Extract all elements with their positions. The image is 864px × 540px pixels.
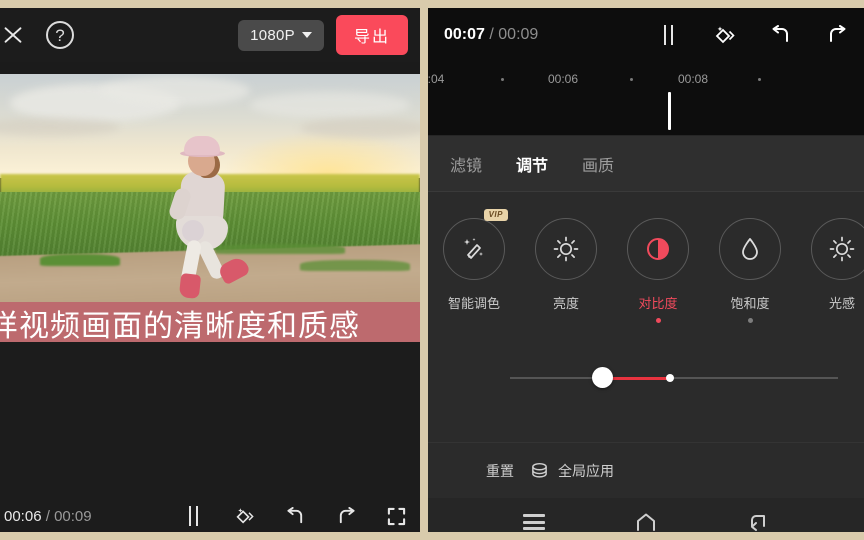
- slider-zero-marker: [666, 374, 674, 382]
- redo-icon[interactable]: [826, 25, 848, 45]
- left-phone-screenshot: ? 1080P 导出 样视频画面的清晰度和质感 00:06 / 00:09: [0, 8, 420, 540]
- left-transport-controls: [185, 506, 406, 526]
- fullscreen-icon[interactable]: [387, 507, 406, 526]
- caption-band: 样视频画面的清晰度和质感: [0, 302, 420, 342]
- tick-dot: [501, 78, 504, 81]
- stack-disc-icon: [530, 461, 549, 480]
- resolution-label: 1080P: [250, 26, 295, 44]
- child-boot-back: [216, 254, 252, 286]
- child-dress-pattern: [182, 220, 204, 242]
- left-total-time: 00:09: [54, 507, 92, 525]
- adjust-option-brightness[interactable]: 亮度: [534, 218, 598, 323]
- page-bottom-strip: [0, 532, 864, 540]
- tick-label: :04: [428, 72, 445, 86]
- right-time-display: 00:07 / 00:09: [444, 26, 538, 44]
- tick-dot: [758, 78, 761, 81]
- adjustment-slider[interactable]: [428, 358, 864, 398]
- android-navigation-bar: [428, 498, 864, 532]
- slider-track: [510, 377, 838, 379]
- tick-dot: [630, 78, 633, 81]
- brightness-icon: [535, 218, 597, 280]
- close-icon[interactable]: [0, 18, 30, 52]
- adjust-label-brightness: 亮度: [552, 296, 579, 311]
- adjustment-options-row: VIP 智能调色 亮度 对比度 饱和度 光感: [428, 192, 864, 323]
- caption-text: 样视频画面的清晰度和质感: [0, 310, 360, 342]
- cloud: [100, 76, 250, 106]
- left-time-display: 00:06 / 00:09: [4, 508, 92, 525]
- undo-icon[interactable]: [770, 25, 792, 45]
- timeline-ruler[interactable]: :04 00:06 00:08: [428, 62, 864, 136]
- left-top-toolbar: ? 1080P 导出: [0, 8, 420, 62]
- grass-patch: [300, 260, 410, 271]
- tab-adjust[interactable]: 调节: [516, 152, 548, 176]
- child-hat: [184, 136, 220, 155]
- video-preview[interactable]: 样视频画面的清晰度和质感: [0, 62, 420, 342]
- left-time-separator: /: [45, 507, 50, 525]
- saturation-icon: [719, 218, 781, 280]
- back-icon[interactable]: [747, 512, 769, 532]
- adjust-option-contrast[interactable]: 对比度: [626, 218, 690, 323]
- recents-icon[interactable]: [522, 514, 545, 530]
- grass-patch: [40, 254, 120, 266]
- panel-seam: [420, 0, 428, 540]
- video-frame: [0, 74, 420, 330]
- right-current-time: 00:07: [444, 26, 485, 43]
- tab-quality[interactable]: 画质: [582, 152, 614, 176]
- right-time-separator: /: [489, 26, 494, 43]
- adjust-label-light-sense: 光感: [828, 296, 855, 311]
- pause-icon[interactable]: [660, 25, 678, 45]
- right-total-time: 00:09: [498, 26, 539, 43]
- apply-all-button[interactable]: 全局应用: [530, 461, 614, 481]
- home-icon[interactable]: [634, 512, 658, 532]
- left-current-time: 00:06: [4, 507, 42, 525]
- reset-button[interactable]: 重置: [486, 461, 514, 481]
- resolution-selector[interactable]: 1080P: [238, 19, 324, 51]
- child-figure: [167, 136, 258, 299]
- pause-icon[interactable]: [185, 506, 203, 526]
- panel-tabs: 滤镜 调节 画质: [428, 136, 864, 192]
- reset-label: 重置: [486, 462, 514, 479]
- export-button[interactable]: 导出: [335, 15, 408, 55]
- child-boot-front: [178, 273, 202, 299]
- adjust-label-contrast: 对比度: [638, 296, 678, 311]
- magic-color-icon: [443, 218, 505, 280]
- redo-icon[interactable]: [336, 506, 357, 526]
- undo-icon[interactable]: [285, 506, 306, 526]
- modified-dot: [840, 318, 845, 323]
- apply-all-label: 全局应用: [558, 462, 614, 479]
- modified-dot: [655, 318, 661, 323]
- modified-dot: [472, 318, 477, 323]
- help-icon[interactable]: ?: [46, 21, 74, 49]
- tick-label: 00:08: [677, 72, 709, 86]
- adjust-label-smart-color: 智能调色: [447, 296, 500, 311]
- right-phone-screenshot: 00:07 / 00:09:04 00:06 00:08 滤镜 调节 画质 V…: [428, 8, 864, 532]
- chevron-down-icon: [301, 32, 312, 38]
- light-sense-icon: [811, 218, 864, 280]
- adjustment-area: VIP 智能调色 亮度 对比度 饱和度 光感: [428, 192, 864, 442]
- modified-dot: [564, 318, 569, 323]
- tab-filter[interactable]: 滤镜: [450, 152, 482, 176]
- page-top-strip: [0, 0, 864, 8]
- screenshot-stage: ? 1080P 导出 样视频画面的清晰度和质感 00:06 / 00:09 00…: [0, 0, 864, 540]
- action-row: 重置 全局应用: [428, 442, 864, 498]
- adjust-option-saturation[interactable]: 饱和度: [718, 218, 782, 323]
- right-transport-controls: [660, 24, 848, 46]
- right-top-toolbar: 00:07 / 00:09: [428, 8, 864, 62]
- magic-wand-icon[interactable]: [233, 506, 255, 526]
- contrast-icon: [627, 218, 689, 280]
- slider-thumb[interactable]: [592, 367, 613, 388]
- cloud: [250, 92, 410, 118]
- adjust-label-saturation: 饱和度: [730, 296, 770, 311]
- adjust-option-smart-color[interactable]: VIP 智能调色: [442, 209, 508, 323]
- playhead[interactable]: [668, 92, 671, 130]
- modified-dot: [747, 318, 753, 323]
- cloud: [300, 118, 420, 138]
- adjust-option-light-sense[interactable]: 光感: [810, 218, 864, 323]
- tick-label: 00:06: [547, 72, 579, 86]
- slider-fill: [606, 377, 668, 380]
- vip-badge: VIP: [483, 209, 508, 221]
- magic-wand-icon[interactable]: [712, 24, 736, 46]
